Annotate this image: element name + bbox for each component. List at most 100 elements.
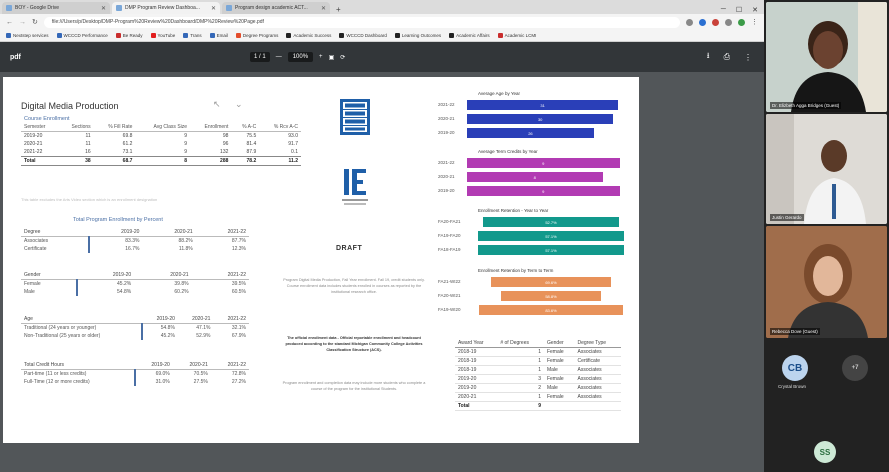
table-cell: 12.3% (231, 246, 246, 252)
bookmark[interactable]: Degree Programs (235, 33, 278, 38)
column-header: 2020-21 (142, 228, 196, 237)
bar-value: 31 (540, 102, 545, 108)
table-cell: 1 (497, 356, 544, 366)
bookmark-icon (56, 33, 62, 38)
page-indicator[interactable]: 1 / 1 (250, 52, 270, 62)
course-enrollment-caption: Course Enrollment (24, 116, 70, 122)
bookmark-icon (183, 33, 189, 38)
column-header: Semester (21, 123, 59, 132)
bookmark[interactable]: Nextstep services (6, 33, 49, 38)
table-cell: 45.2% (141, 332, 178, 340)
close-window-icon[interactable]: ✕ (752, 6, 758, 14)
chevron-down-icon[interactable]: ⌄ (235, 99, 243, 110)
print-icon[interactable]: ⎙ (724, 52, 730, 62)
table-cell: Associates (24, 238, 49, 244)
download-icon[interactable]: ⭳ (707, 50, 710, 64)
participant-avatar[interactable]: CB (782, 355, 808, 381)
column-header: 2019-20 (134, 361, 173, 370)
table-cell: 87.9 (246, 149, 257, 155)
bar: 31 (467, 100, 619, 110)
ie-logo (342, 169, 368, 205)
tab-favicon (226, 5, 232, 11)
table-cell: Female (543, 356, 575, 366)
tab-label: BOY - Google Drive (15, 5, 60, 11)
cursor-icon: ↖ (213, 99, 221, 109)
browser-tab-1[interactable]: BOY - Google Drive ✕ (2, 2, 110, 14)
bookmark-label: Nextstep services (13, 33, 49, 38)
table-row: 2018-19 1 Female Certificate (455, 356, 621, 366)
bookmark[interactable]: Email (209, 33, 228, 38)
table-cell: Certificate (574, 356, 621, 366)
table-cell: Female (543, 374, 575, 384)
bookmark[interactable]: Academic Success (286, 33, 331, 38)
bookmark[interactable]: YouTube (150, 33, 175, 38)
bar-label: FA18-FA19 (438, 247, 461, 252)
participant-video[interactable]: Dr. Elizbeth Agga Bridges (Guest) (766, 2, 887, 112)
zoom-in-icon[interactable]: + (319, 54, 323, 60)
table-cell: Associates (574, 392, 621, 402)
bookmark[interactable]: Academic LCMI (497, 33, 536, 38)
maximize-icon[interactable]: ☐ (736, 6, 742, 14)
bookmark[interactable]: Be Ready (115, 33, 143, 38)
zoom-out-icon[interactable]: — (276, 54, 282, 60)
table-cell: 70.5% (193, 371, 208, 377)
tab-close-icon[interactable]: ✕ (321, 5, 326, 12)
table-cell: 83.3% (88, 236, 143, 245)
table-cell: Total (21, 156, 59, 166)
url-field[interactable]: file:///Users/p/Desktop/DMP-Program%20Re… (43, 16, 680, 28)
tab-close-icon[interactable]: ✕ (211, 5, 216, 12)
table-cell: 61.2 (122, 141, 133, 147)
table-cell: 39.8% (174, 281, 189, 287)
participant-video[interactable]: Justin Gerardo (766, 114, 887, 224)
reload-icon[interactable]: ↻ (32, 18, 38, 26)
table-cell: Female (24, 281, 41, 287)
bookmark[interactable]: Learning Outcomes (394, 33, 441, 38)
tab-close-icon[interactable]: ✕ (101, 5, 106, 12)
browser-tab-2[interactable]: DMP Program Review Dashboa... ✕ (112, 2, 220, 14)
credit-hours-table: Total Credit Hours 2019-20 2020-21 2021-22 … (21, 361, 249, 386)
bookmark[interactable]: Academic Affairs (449, 33, 490, 38)
bar: 57.1% (477, 245, 625, 255)
fit-page-icon[interactable]: ▣ (329, 54, 335, 61)
table-cell: 11 (85, 133, 91, 139)
participant-avatar[interactable]: SS (814, 441, 836, 463)
table-cell: 73.1 (122, 149, 133, 155)
forward-icon[interactable]: → (19, 19, 26, 26)
participant-video[interactable]: Rebecca Dove (Guest) (766, 226, 887, 338)
rotate-icon[interactable]: ⟳ (340, 54, 345, 61)
extension-icon[interactable] (686, 18, 693, 26)
program-note: Program Digital Media Production, Fall Y… (283, 278, 425, 294)
table-row: Full-Time (12 or more credits) 31.0% 27.5%… (21, 378, 249, 386)
bar: 52.7% (483, 217, 619, 227)
bookmark-label: Be Ready (122, 33, 143, 38)
column-header: % Fill Rate (93, 123, 136, 132)
participant-name: Justin Gerardo (770, 214, 804, 221)
browser-tab-3[interactable]: Program design academic ACT... ✕ (222, 2, 330, 14)
zoom-level[interactable]: 100% (287, 52, 314, 62)
more-participants-badge[interactable]: +7 (842, 355, 868, 381)
menu-icon[interactable]: ⋮ (751, 18, 758, 26)
degree-table: Degree 2019-20 2020-21 2021-22 Associates 83… (21, 228, 249, 253)
minimize-icon[interactable]: ─ (721, 6, 726, 14)
table-cell: 78.2 (231, 156, 260, 166)
chart-title: Average Age by Year (478, 91, 520, 96)
table-cell: 96 (222, 141, 229, 147)
table-cell: 93.0 (288, 133, 298, 139)
extension-icon[interactable] (725, 18, 732, 26)
table-cell: 52.9% (196, 333, 211, 339)
bookmark[interactable]: Trans (183, 33, 202, 38)
bar-label: 2020-21 (438, 174, 455, 179)
extension-icon[interactable] (712, 18, 719, 26)
new-tab-icon[interactable]: + (332, 5, 345, 14)
table-row: 2019-20 11 69.8 9 98 75.5 93.0 (21, 132, 301, 141)
table-cell: 75.5 (246, 133, 257, 139)
back-icon[interactable]: ← (6, 19, 13, 26)
table-cell: 9 (184, 133, 188, 139)
table-cell (574, 401, 621, 411)
bookmark[interactable]: WCCCD Performance (56, 33, 108, 38)
more-options-icon[interactable]: ⋮ (744, 53, 752, 62)
profile-avatar-icon[interactable] (738, 18, 745, 26)
bar-value: 9 (542, 160, 545, 166)
bookmark[interactable]: WCCCD Dashboard (339, 33, 387, 38)
extension-icon[interactable] (699, 18, 706, 26)
